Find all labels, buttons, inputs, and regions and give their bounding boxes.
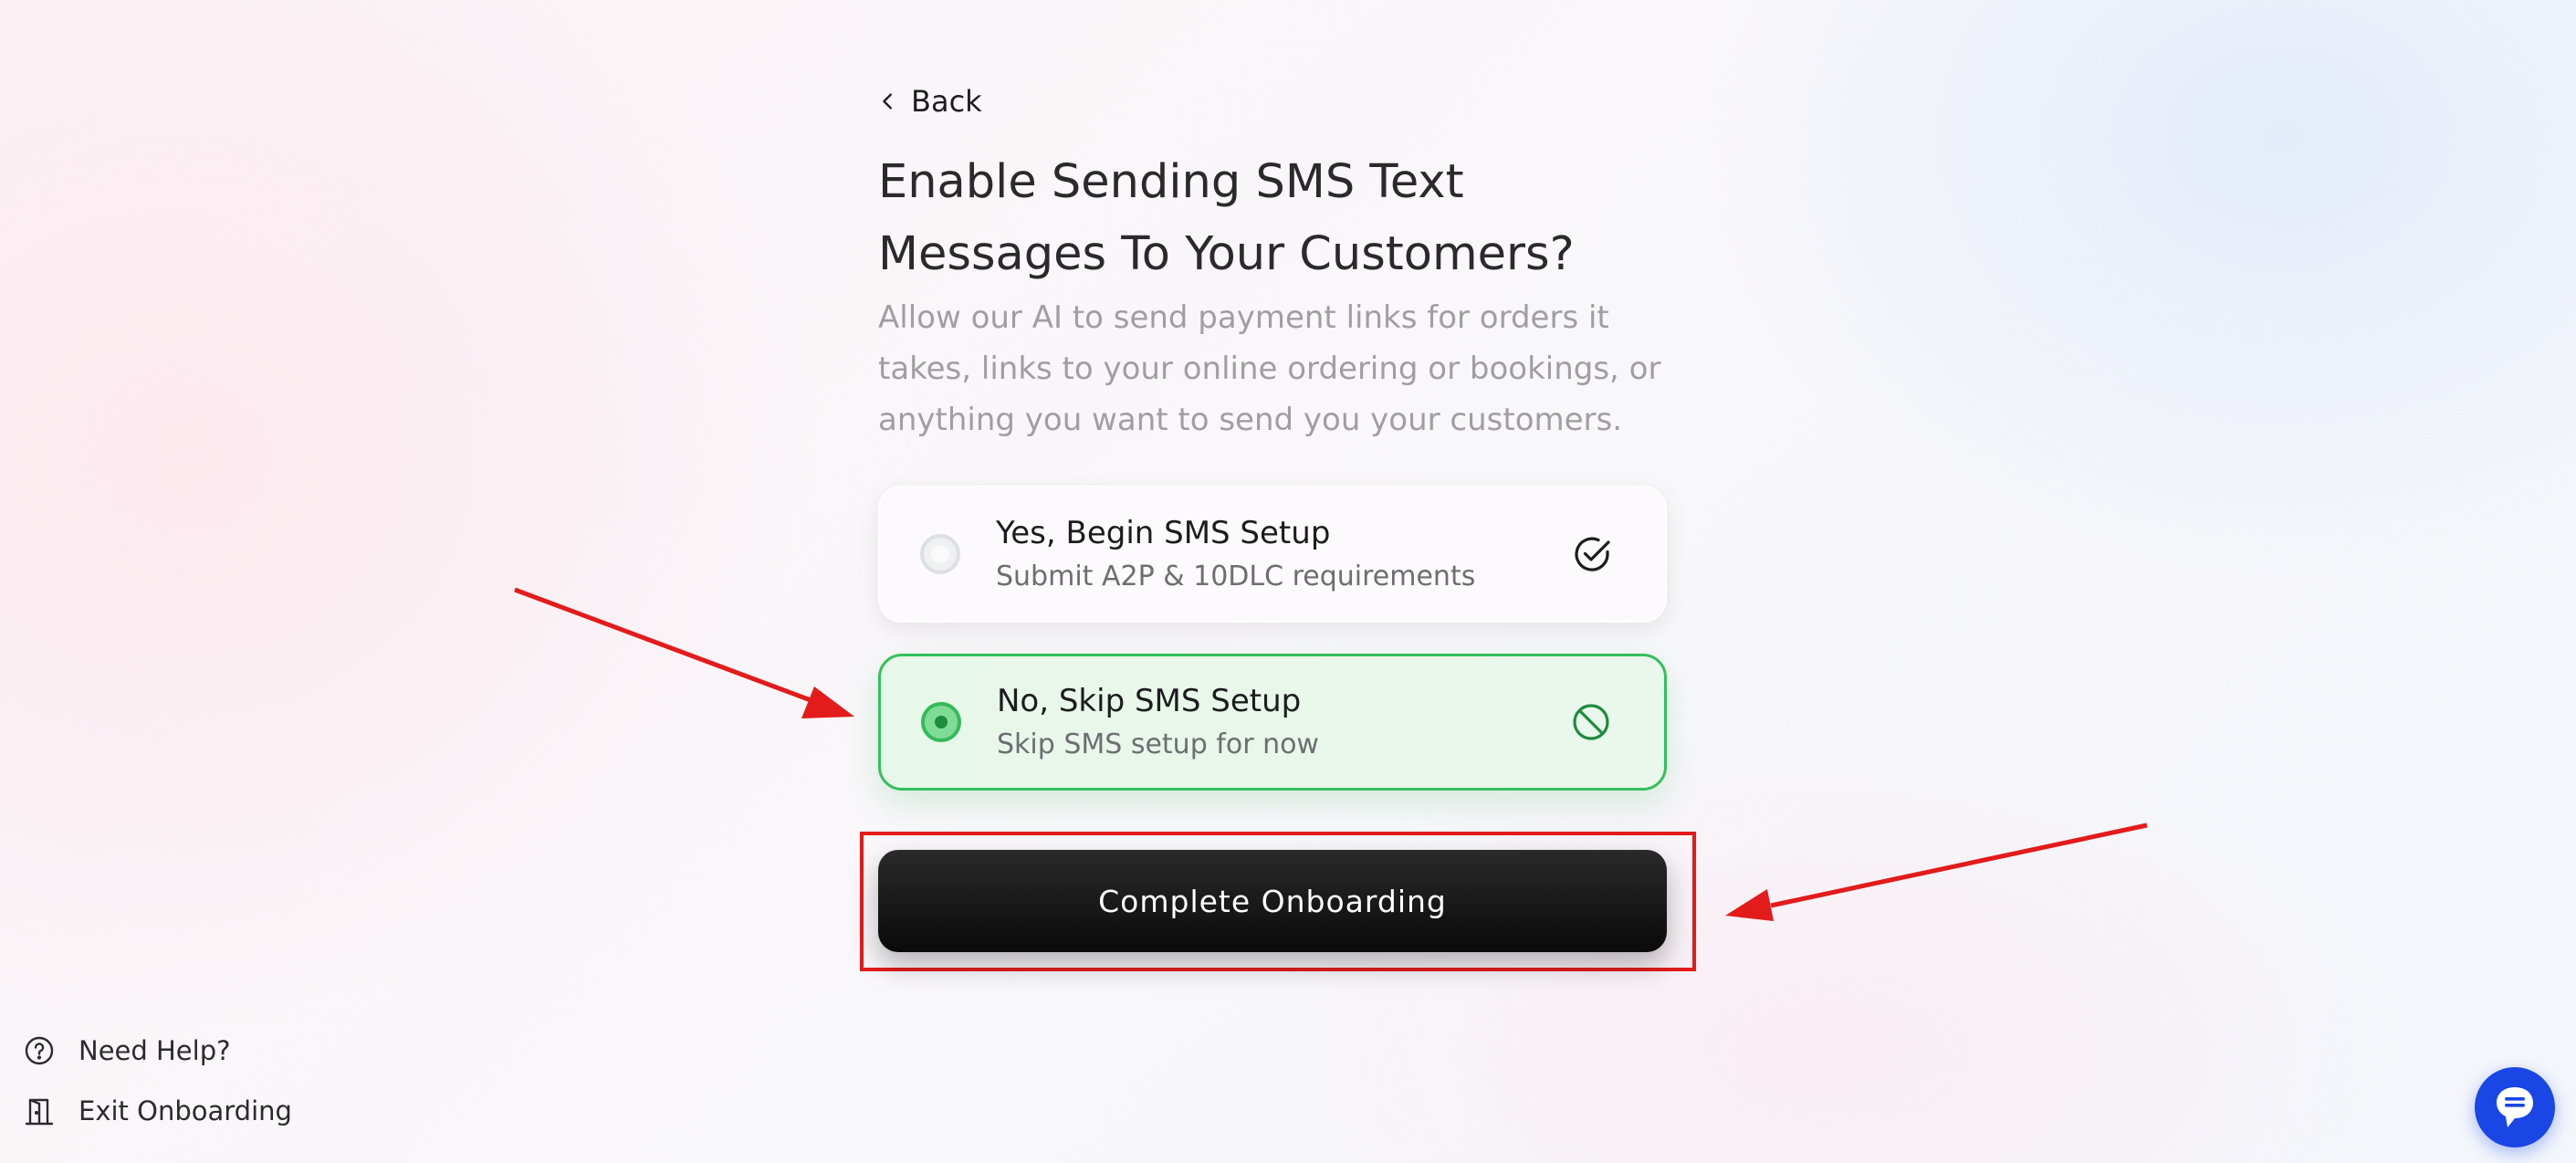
complete-onboarding-button[interactable]: Complete Onboarding	[878, 850, 1667, 952]
chat-support-button[interactable]	[2475, 1067, 2555, 1147]
radio-selected[interactable]	[921, 702, 961, 742]
door-exit-icon	[25, 1098, 54, 1126]
page-title: Enable Sending SMS Text Messages To Your…	[878, 155, 1575, 281]
need-help-link[interactable]: Need Help?	[24, 1035, 231, 1066]
option-description: Skip SMS setup for now	[997, 728, 1319, 760]
back-button[interactable]: Back	[878, 84, 982, 119]
annotation-arrow-right	[1725, 822, 2148, 921]
option-title: Yes, Begin SMS Setup	[996, 515, 1331, 551]
radio-unselected[interactable]	[920, 534, 960, 574]
ban-icon	[1573, 704, 1609, 740]
option-title: No, Skip SMS Setup	[997, 683, 1302, 719]
page-subtitle: Allow our AI to send payment links for o…	[878, 299, 1661, 438]
option-yes-begin-sms-setup[interactable]: Yes, Begin SMS Setup Submit A2P & 10DLC …	[878, 486, 1667, 623]
back-label: Back	[911, 84, 982, 119]
exit-onboarding-link[interactable]: Exit Onboarding	[24, 1095, 292, 1126]
annotation-arrow-left	[514, 587, 854, 718]
chat-bubble-icon	[2497, 1087, 2533, 1127]
option-no-skip-sms-setup[interactable]: No, Skip SMS Setup Skip SMS setup for no…	[878, 654, 1667, 791]
need-help-label: Need Help?	[79, 1035, 231, 1066]
check-circle-icon	[1575, 537, 1610, 571]
chevron-left-icon	[883, 93, 892, 110]
option-description: Submit A2P & 10DLC requirements	[996, 561, 1476, 592]
exit-onboarding-label: Exit Onboarding	[79, 1095, 292, 1126]
help-circle-icon	[25, 1036, 54, 1065]
